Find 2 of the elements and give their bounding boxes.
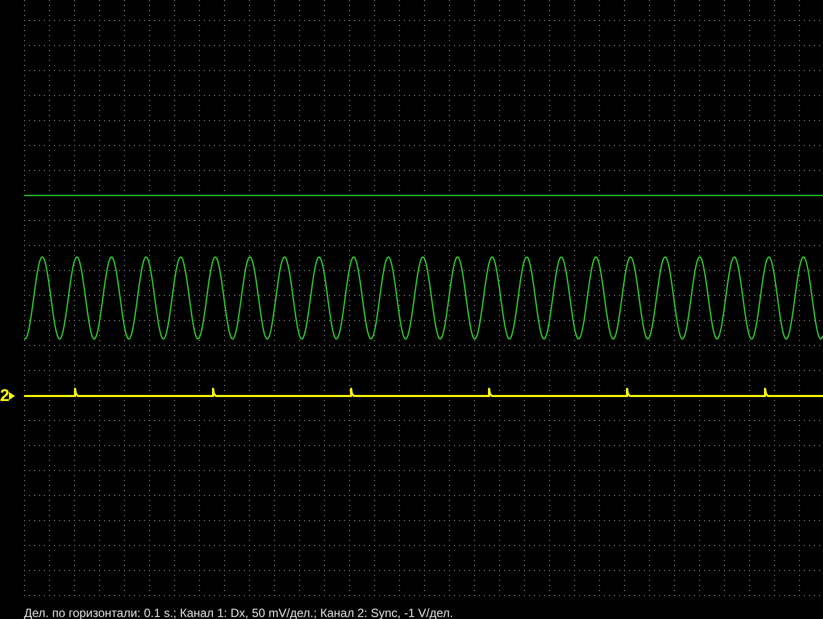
- channel-marker-label: 2: [0, 386, 10, 406]
- arrow-icon: [9, 392, 16, 400]
